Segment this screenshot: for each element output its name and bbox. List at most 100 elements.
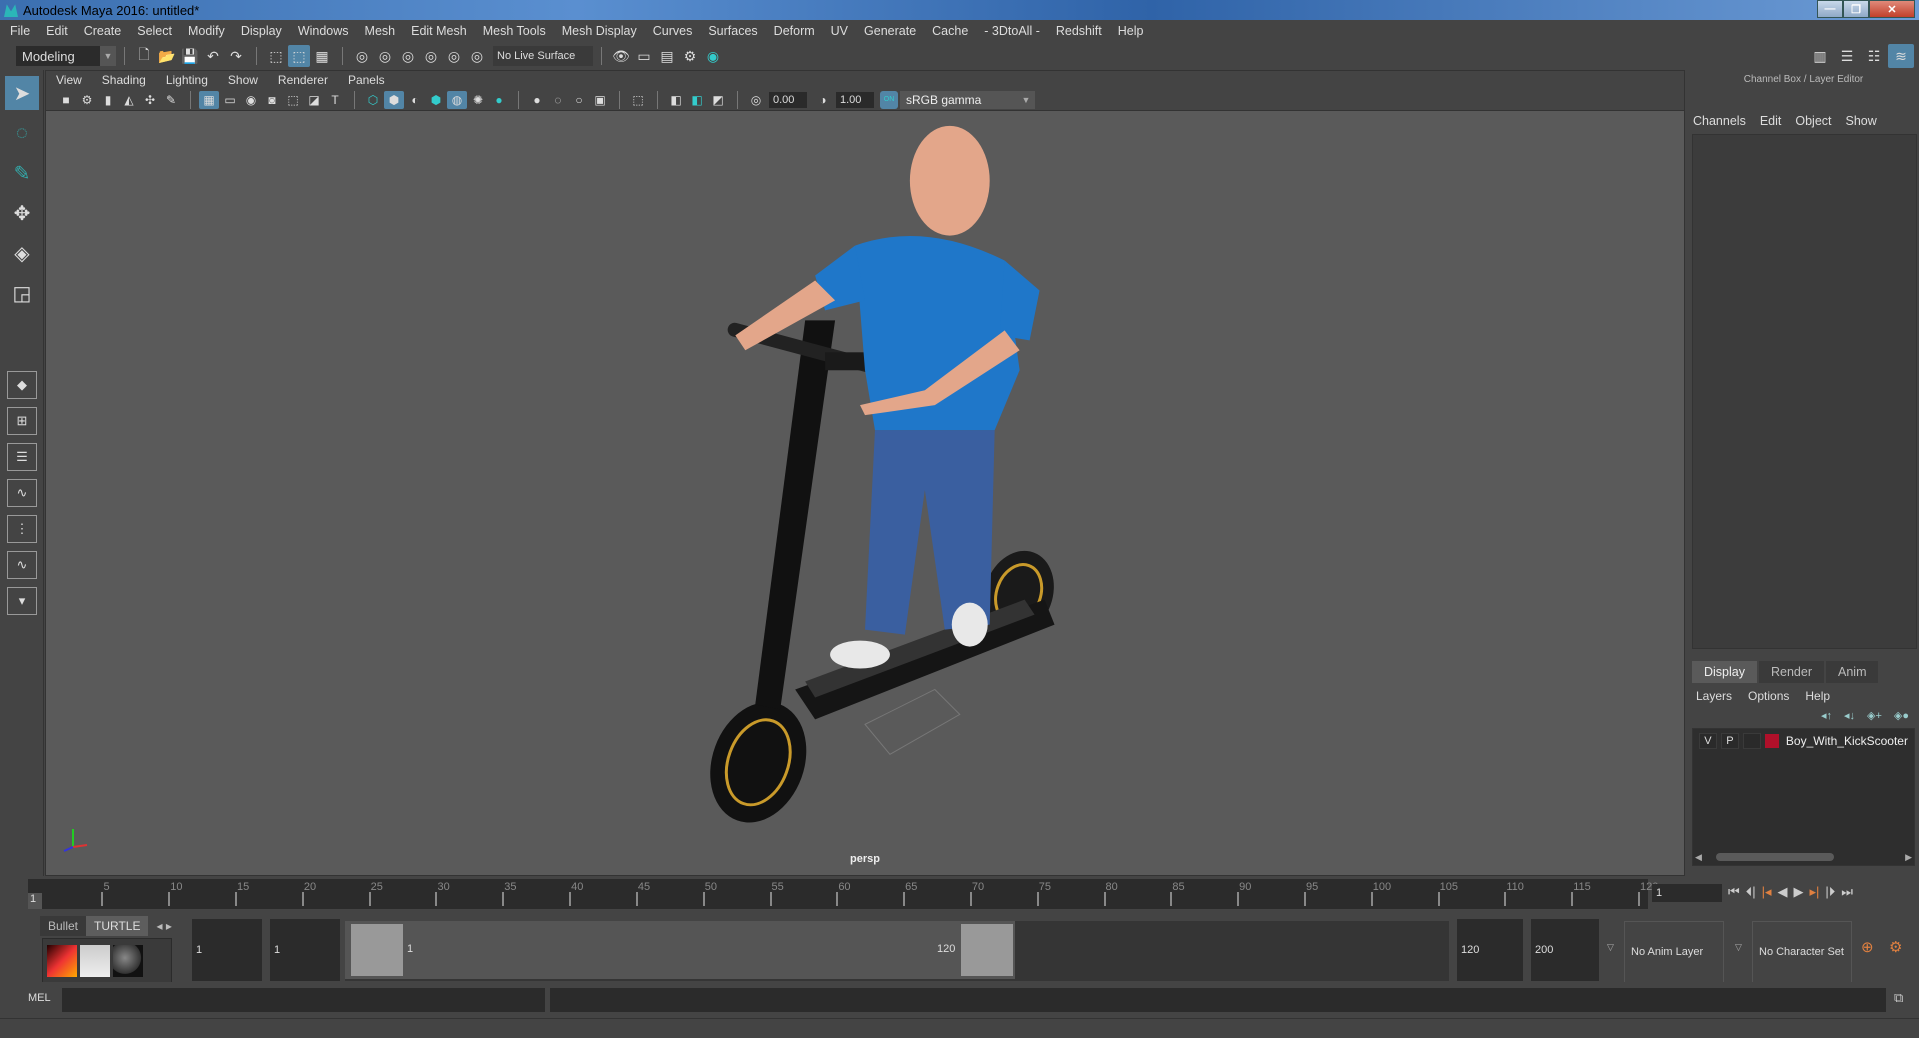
- undo-icon[interactable]: ↶: [202, 45, 224, 67]
- layer-color-swatch[interactable]: [1764, 734, 1779, 748]
- render-settings-icon[interactable]: ⚙: [679, 45, 701, 67]
- minimize-button[interactable]: —: [1817, 0, 1843, 18]
- menu-modify[interactable]: Modify: [188, 24, 225, 38]
- menu-redshift[interactable]: Redshift: [1056, 24, 1102, 38]
- anim-layer-dropdown[interactable]: No Anim Layer: [1624, 921, 1724, 983]
- layer-playback-toggle[interactable]: P: [1720, 733, 1739, 749]
- single-view-layout-icon[interactable]: ◆: [7, 371, 37, 399]
- turtle-shader-icon[interactable]: [113, 945, 143, 977]
- render-frame-icon[interactable]: ▭: [633, 45, 655, 67]
- tool-settings-icon[interactable]: ☷: [1861, 44, 1887, 68]
- select-object-icon[interactable]: ⬚: [288, 45, 310, 67]
- persp-outliner-graph-layout-icon[interactable]: ∿: [7, 551, 37, 579]
- turtle-render-settings-icon[interactable]: [80, 945, 110, 977]
- select-tool-icon[interactable]: ➤: [5, 76, 39, 110]
- menu-cache[interactable]: Cache: [932, 24, 968, 38]
- scale-tool-icon[interactable]: ◲: [5, 276, 39, 310]
- menu-edit[interactable]: Edit: [46, 24, 68, 38]
- perspective-viewport[interactable]: View Shading Lighting Show Renderer Pane…: [45, 70, 1685, 876]
- turtle-bake-icon[interactable]: [47, 945, 77, 977]
- step-forward-key-icon[interactable]: ▸|: [1810, 884, 1820, 900]
- go-to-start-icon[interactable]: ⏮: [1728, 884, 1740, 900]
- go-to-end-icon[interactable]: ⏭: [1841, 884, 1853, 900]
- menu-mesh-display[interactable]: Mesh Display: [562, 24, 637, 38]
- move-tool-icon[interactable]: ✥: [5, 196, 39, 230]
- shelf-tab-turtle[interactable]: TURTLE: [86, 916, 149, 936]
- more-layouts-button[interactable]: ▾: [7, 587, 37, 615]
- hypershade-icon[interactable]: ◉: [702, 45, 724, 67]
- layer-visibility-toggle[interactable]: V: [1699, 733, 1717, 749]
- paint-select-tool-icon[interactable]: ✎: [5, 156, 39, 190]
- shelf-tab-bullet[interactable]: Bullet: [40, 916, 87, 936]
- rotate-tool-icon[interactable]: ◈: [5, 236, 39, 270]
- persp-graph-layout-icon[interactable]: ∿: [7, 479, 37, 507]
- channel-box-menu-channels[interactable]: Channels: [1693, 114, 1746, 128]
- layer-display-type-toggle[interactable]: [1742, 733, 1761, 749]
- new-scene-icon[interactable]: 🗋: [133, 45, 155, 67]
- menu-mesh-tools[interactable]: Mesh Tools: [483, 24, 546, 38]
- layer-row[interactable]: V P Boy_With_KickScooter: [1693, 729, 1914, 753]
- chevron-down-icon[interactable]: ▽: [1607, 942, 1614, 953]
- layer-name[interactable]: Boy_With_KickScooter: [1786, 734, 1908, 748]
- auto-key-icon[interactable]: ⊕: [1861, 938, 1874, 956]
- range-end-handle[interactable]: [961, 924, 1013, 976]
- menu-set-dropdown[interactable]: Modeling ▼: [16, 46, 116, 66]
- range-start-handle[interactable]: [351, 924, 403, 976]
- new-layer-from-selected-icon[interactable]: ◈●: [1894, 709, 1909, 722]
- playback-end-field[interactable]: 120: [1457, 919, 1523, 981]
- step-forward-frame-icon[interactable]: |⏵: [1825, 884, 1835, 900]
- lasso-tool-icon[interactable]: ◌: [5, 116, 39, 150]
- animation-start-field[interactable]: 1: [192, 919, 262, 981]
- hypershade-layout-icon[interactable]: ⋮: [7, 515, 37, 543]
- tab-display[interactable]: Display: [1692, 661, 1757, 683]
- shelf-scroll-icon[interactable]: ◂ ▸: [148, 916, 179, 936]
- menu-create[interactable]: Create: [84, 24, 122, 38]
- close-button[interactable]: ✕: [1869, 0, 1915, 18]
- step-back-key-icon[interactable]: |◂: [1762, 884, 1772, 900]
- menu-deform[interactable]: Deform: [774, 24, 815, 38]
- menu-mesh[interactable]: Mesh: [365, 24, 396, 38]
- channel-box-menu-object[interactable]: Object: [1795, 114, 1831, 128]
- play-forwards-icon[interactable]: ▶: [1794, 884, 1804, 900]
- four-view-layout-icon[interactable]: ⊞: [7, 407, 37, 435]
- select-hierarchy-icon[interactable]: ⬚: [265, 45, 287, 67]
- outliner-persp-layout-icon[interactable]: ☰: [7, 443, 37, 471]
- scroll-right-icon[interactable]: ▶: [1905, 852, 1912, 863]
- menu-help[interactable]: Help: [1118, 24, 1144, 38]
- script-editor-icon[interactable]: ⧉: [1894, 990, 1903, 1006]
- command-language-label[interactable]: MEL: [28, 992, 51, 1004]
- current-frame-marker[interactable]: 1: [28, 893, 42, 909]
- layer-menu-options[interactable]: Options: [1748, 689, 1789, 703]
- current-frame-field[interactable]: 1: [1652, 884, 1722, 902]
- step-back-frame-icon[interactable]: ⏴|: [1746, 884, 1756, 900]
- move-layer-down-icon[interactable]: ◂↓: [1844, 709, 1855, 722]
- select-component-icon[interactable]: ▦: [311, 45, 333, 67]
- attribute-editor-icon[interactable]: ☰: [1834, 44, 1860, 68]
- animation-preferences-icon[interactable]: ⚙: [1889, 938, 1902, 956]
- layer-menu-layers[interactable]: Layers: [1696, 689, 1732, 703]
- channel-box-menu-edit[interactable]: Edit: [1760, 114, 1782, 128]
- playback-start-field[interactable]: 1: [270, 919, 340, 981]
- snap-curve-icon[interactable]: ◎: [374, 45, 396, 67]
- character-set-dropdown[interactable]: No Character Set: [1752, 921, 1852, 983]
- live-surface-field[interactable]: No Live Surface: [493, 46, 593, 66]
- menu-edit-mesh[interactable]: Edit Mesh: [411, 24, 467, 38]
- menu-curves[interactable]: Curves: [653, 24, 693, 38]
- snap-grid-icon[interactable]: ◎: [351, 45, 373, 67]
- redo-icon[interactable]: ↷: [225, 45, 247, 67]
- command-input[interactable]: [62, 988, 545, 1012]
- maximize-button[interactable]: ❐: [1843, 0, 1869, 18]
- save-scene-icon[interactable]: 💾: [179, 45, 201, 67]
- menu-file[interactable]: File: [10, 24, 30, 38]
- layer-menu-help[interactable]: Help: [1805, 689, 1830, 703]
- modeling-toolkit-icon[interactable]: ▥: [1807, 44, 1833, 68]
- tab-anim[interactable]: Anim: [1826, 661, 1879, 683]
- move-layer-up-icon[interactable]: ◂↑: [1821, 709, 1832, 722]
- animation-end-field[interactable]: 200: [1531, 919, 1599, 981]
- ipr-render-icon[interactable]: ▤: [656, 45, 678, 67]
- chevron-down-icon[interactable]: ▽: [1735, 942, 1742, 953]
- range-slider-bar[interactable]: [345, 921, 1015, 979]
- channel-box-menu-show[interactable]: Show: [1846, 114, 1877, 128]
- menu-3dtoall[interactable]: - 3DtoAll -: [984, 24, 1040, 38]
- tab-render[interactable]: Render: [1759, 661, 1824, 683]
